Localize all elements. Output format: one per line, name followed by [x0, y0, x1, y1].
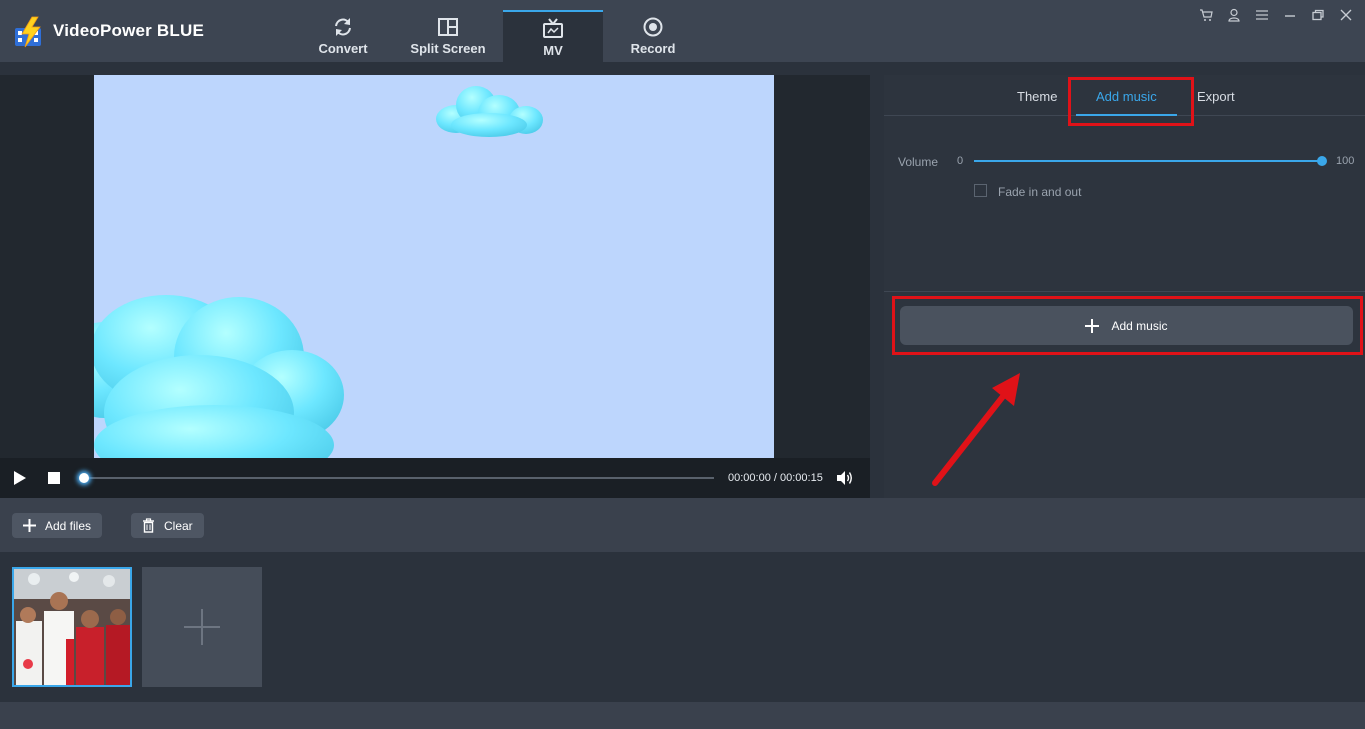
files-toolbar: Add files Clear [0, 498, 1365, 552]
stop-icon[interactable] [47, 471, 61, 485]
add-music-tab-highlight [1068, 77, 1194, 126]
trash-icon [143, 518, 154, 533]
add-files-button[interactable]: Add files [12, 513, 103, 538]
clear-label: Clear [164, 518, 193, 533]
volume-max-label: 100 [1336, 155, 1355, 167]
add-music-button-highlight [892, 296, 1363, 355]
progress-knob[interactable] [79, 473, 89, 483]
tab-split-screen[interactable]: Split Screen [398, 10, 498, 62]
video-preview [94, 75, 774, 458]
panel-divider [884, 291, 1365, 292]
tab-convert-label: Convert [318, 41, 368, 56]
tv-icon [543, 18, 563, 38]
record-icon [643, 17, 663, 37]
plus-icon [23, 519, 36, 532]
tab-convert[interactable]: Convert [293, 10, 393, 62]
tab-mv[interactable]: MV [503, 10, 603, 62]
refresh-icon [335, 18, 351, 36]
volume-min-label: 0 [957, 155, 964, 167]
file-thumbnails [0, 552, 1365, 702]
app-window: VideoPower BLUE Convert Split Screen MV … [0, 0, 1365, 729]
plus-icon [184, 609, 220, 645]
cart-icon[interactable] [1197, 6, 1215, 24]
clear-button[interactable]: Clear [131, 513, 204, 538]
progress-track[interactable] [84, 477, 714, 479]
preview-area [0, 75, 870, 498]
volume-icon[interactable] [836, 470, 854, 486]
window-controls [1197, 6, 1355, 24]
fade-checkbox[interactable] [974, 184, 987, 197]
small-cloud [436, 86, 543, 137]
group-photo-image [14, 569, 130, 685]
title-bar: VideoPower BLUE Convert Split Screen MV … [0, 0, 1365, 62]
large-cloud [94, 295, 344, 458]
restore-icon[interactable] [1309, 6, 1327, 24]
tab-record-label: Record [630, 41, 676, 56]
minimize-icon[interactable] [1281, 6, 1299, 24]
menu-icon[interactable] [1253, 6, 1271, 24]
time-display: 00:00:00 / 00:00:15 [728, 472, 823, 484]
volume-slider[interactable] [974, 160, 1322, 162]
volume-label: Volume [898, 155, 939, 169]
status-bar [0, 702, 1365, 729]
add-files-label: Add files [45, 518, 92, 533]
app-title: VideoPower BLUE [53, 21, 204, 40]
tab-export[interactable]: Export [1197, 89, 1235, 104]
cloud-scene-image [94, 86, 543, 458]
app-logo-icon [15, 16, 41, 48]
fade-label: Fade in and out [998, 185, 1082, 199]
tab-split-screen-label: Split Screen [410, 41, 486, 56]
play-icon[interactable] [13, 470, 27, 486]
volume-slider-knob[interactable] [1317, 156, 1327, 166]
user-icon[interactable] [1225, 6, 1243, 24]
settings-panel: Theme Add music Export Volume 0 100 Fade… [884, 75, 1365, 498]
close-icon[interactable] [1337, 6, 1355, 24]
tab-theme[interactable]: Theme [1017, 89, 1057, 104]
tab-record[interactable]: Record [603, 10, 703, 62]
split-screen-icon [438, 18, 458, 36]
tab-mv-label: MV [543, 43, 563, 58]
file-thumbnail[interactable] [12, 567, 132, 687]
add-file-slot[interactable] [142, 567, 262, 687]
player-controls: 00:00:00 / 00:00:15 [0, 458, 870, 498]
